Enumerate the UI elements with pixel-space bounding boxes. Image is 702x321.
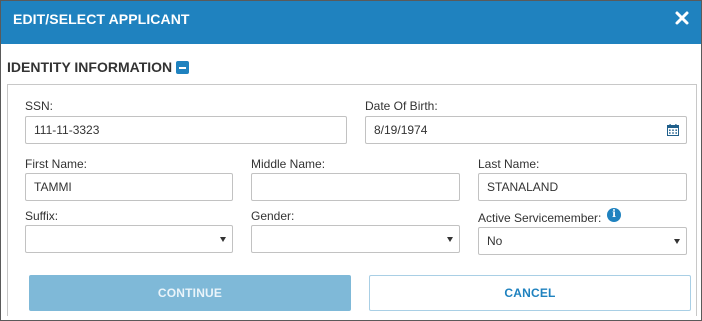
gender-select[interactable] — [251, 225, 460, 253]
section-title: IDENTITY INFORMATION — [7, 59, 173, 75]
middle-name-input[interactable] — [251, 173, 460, 201]
chevron-down-icon — [447, 237, 453, 242]
first-name-value: TAMMI — [34, 180, 72, 194]
close-icon[interactable] — [673, 9, 691, 27]
suffix-label: Suffix: — [25, 209, 59, 223]
ssn-value: 111-11-3323 — [34, 123, 100, 137]
minus-square-icon[interactable] — [176, 60, 190, 74]
first-name-input[interactable]: TAMMI — [25, 173, 233, 201]
servicemember-value: No — [487, 234, 503, 248]
continue-label: CONTINUE — [157, 286, 223, 300]
first-name-label: First Name: — [25, 157, 88, 171]
identity-section-header: IDENTITY INFORMATION — [7, 59, 190, 75]
calendar-icon[interactable] — [667, 124, 679, 136]
edit-applicant-dialog: EDIT/SELECT APPLICANT IDENTITY INFORMATI… — [0, 0, 702, 321]
servicemember-select[interactable]: No — [478, 227, 687, 255]
middle-name-label: Middle Name: — [251, 157, 326, 171]
ssn-label: SSN: — [25, 99, 54, 113]
cancel-label: CANCEL — [504, 286, 556, 300]
chevron-down-icon — [220, 237, 226, 242]
last-name-input[interactable]: STANALAND — [478, 173, 687, 201]
chevron-down-icon — [674, 239, 680, 244]
dob-value: 8/19/1974 — [374, 123, 428, 137]
dialog-titlebar: EDIT/SELECT APPLICANT — [1, 1, 701, 44]
servicemember-label: Active Servicemember: — [478, 211, 602, 225]
suffix-select[interactable] — [25, 225, 233, 253]
cancel-button[interactable]: CANCEL — [369, 275, 691, 311]
identity-panel: SSN: 111-11-3323 Date Of Birth: 8/19/197… — [7, 84, 697, 316]
info-icon[interactable]: i — [607, 208, 621, 222]
last-name-value: STANALAND — [487, 180, 559, 194]
dob-input[interactable]: 8/19/1974 — [365, 116, 687, 144]
dialog-title: EDIT/SELECT APPLICANT — [13, 11, 190, 27]
dob-label: Date Of Birth: — [365, 99, 438, 113]
gender-label: Gender: — [251, 209, 295, 223]
last-name-label: Last Name: — [478, 157, 540, 171]
ssn-input[interactable]: 111-11-3323 — [25, 116, 347, 144]
continue-button[interactable]: CONTINUE — [29, 275, 351, 311]
